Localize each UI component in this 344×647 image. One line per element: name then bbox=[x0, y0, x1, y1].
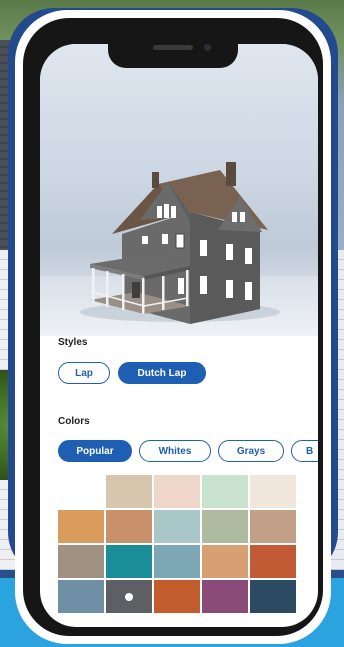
colors-title: Colors bbox=[58, 416, 90, 427]
color-swatch[interactable] bbox=[58, 545, 104, 578]
tab-grays[interactable]: Grays bbox=[218, 440, 284, 462]
tab-popular[interactable]: Popular bbox=[58, 440, 132, 462]
house-preview[interactable] bbox=[40, 44, 318, 336]
color-swatch[interactable] bbox=[106, 545, 152, 578]
tab-whites[interactable]: Whites bbox=[139, 440, 211, 462]
color-swatch[interactable] bbox=[106, 475, 152, 508]
color-swatch[interactable] bbox=[250, 510, 296, 543]
color-swatch[interactable] bbox=[106, 580, 152, 613]
color-swatch[interactable] bbox=[250, 475, 296, 508]
color-swatch[interactable] bbox=[154, 475, 200, 508]
color-swatch[interactable] bbox=[202, 475, 248, 508]
color-swatch[interactable] bbox=[250, 545, 296, 578]
phone-notch bbox=[108, 38, 238, 68]
style-option-dutch-lap[interactable]: Dutch Lap bbox=[118, 362, 206, 384]
color-swatch[interactable] bbox=[202, 580, 248, 613]
style-option-lap[interactable]: Lap bbox=[58, 362, 110, 384]
color-swatch[interactable] bbox=[58, 510, 104, 543]
color-swatch[interactable] bbox=[154, 580, 200, 613]
app-screen: Styles Lap Dutch Lap Colors Popular Whit… bbox=[40, 44, 318, 627]
color-swatch[interactable] bbox=[58, 580, 104, 613]
color-swatch[interactable] bbox=[154, 510, 200, 543]
styles-title: Styles bbox=[58, 337, 88, 348]
speaker-icon bbox=[153, 45, 193, 50]
color-swatch[interactable] bbox=[202, 510, 248, 543]
camera-icon bbox=[204, 44, 211, 51]
color-swatch[interactable] bbox=[58, 475, 104, 508]
selected-indicator-icon bbox=[125, 593, 133, 601]
color-swatch[interactable] bbox=[250, 580, 296, 613]
color-swatch[interactable] bbox=[106, 510, 152, 543]
tab-b[interactable]: B bbox=[291, 440, 318, 462]
color-swatch[interactable] bbox=[154, 545, 200, 578]
house-illustration bbox=[80, 162, 280, 324]
color-swatch[interactable] bbox=[202, 545, 248, 578]
